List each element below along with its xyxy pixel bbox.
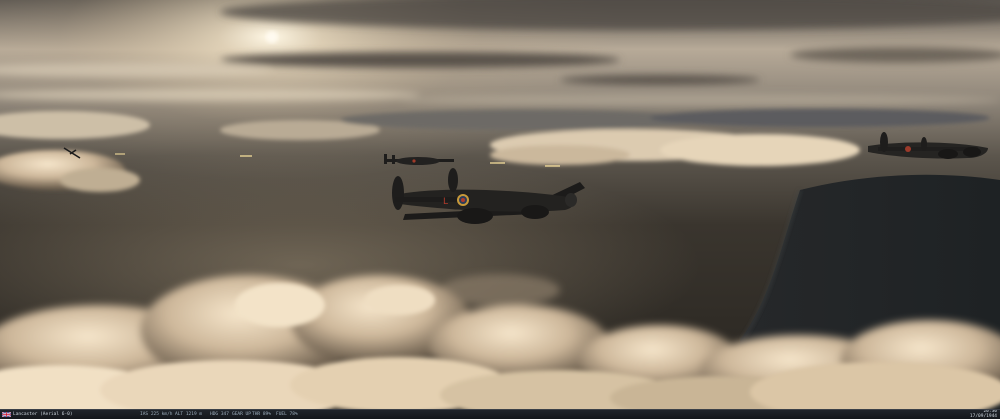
clock-date: 17/09/1944: [970, 415, 997, 419]
uk-flag-icon: [2, 412, 11, 417]
scene-canvas: L: [0, 0, 1000, 410]
svg-text:L: L: [443, 197, 448, 207]
game-viewport[interactable]: L: [0, 0, 1000, 410]
sun: [266, 31, 278, 43]
